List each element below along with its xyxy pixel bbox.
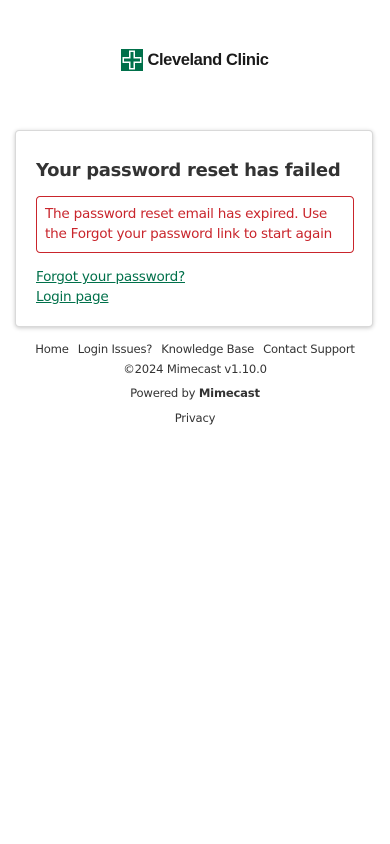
error-alert: The password reset email has expired. Us… (36, 196, 354, 253)
card-links: Forgot your password? Login page (36, 267, 185, 307)
footer-knowledge-base-link[interactable]: Knowledge Base (161, 340, 254, 358)
footer-contact-support-link[interactable]: Contact Support (263, 340, 355, 358)
copyright-text: ©2024 Mimecast v1.10.0 (123, 362, 267, 376)
privacy-row: Privacy (0, 409, 390, 427)
powered-by-prefix: Powered by (130, 386, 196, 400)
page: Cleveland Clinic Your password reset has… (0, 0, 390, 844)
brand-name: Cleveland Clinic (147, 51, 269, 69)
footer-home-link[interactable]: Home (35, 340, 69, 358)
powered-by: Powered by Mimecast (0, 384, 390, 402)
forgot-password-link[interactable]: Forgot your password? (36, 267, 185, 287)
page-title: Your password reset has failed (36, 160, 341, 181)
cleveland-clinic-logo-icon (121, 49, 144, 71)
footer-nav: Home Login Issues? Knowledge Base Contac… (0, 340, 390, 358)
login-page-link[interactable]: Login page (36, 287, 185, 307)
brand-logo: Cleveland Clinic (0, 49, 390, 71)
powered-by-brand: Mimecast (198, 386, 260, 400)
privacy-link[interactable]: Privacy (175, 411, 216, 425)
reset-failed-card: Your password reset has failed The passw… (15, 130, 373, 327)
footer-login-issues-link[interactable]: Login Issues? (78, 340, 153, 358)
